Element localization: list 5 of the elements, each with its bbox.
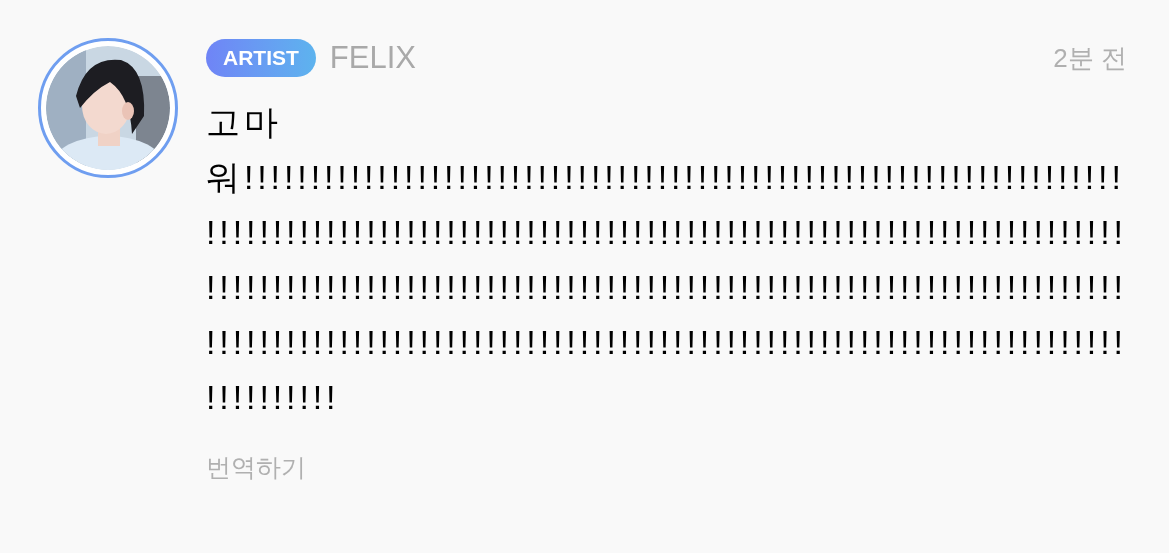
timestamp: 2분 전 [1053,41,1127,75]
author-name: FELIX [329,38,416,77]
artist-badge: ARTIST [206,39,316,77]
translate-link[interactable]: 번역하기 [206,453,306,481]
comment-text: 고마워!!!!!!!!!!!!!!!!!!!!!!!!!!!!!!!!!!!!!!!!!!!!!!!!!!!!!!!!!!!!!!!!!!!!!!!!!!!!!!!!!!!!!!!!!!!!!!!!!!!!!!!!!!!!!!!!!!!!!!!!!!!!!!!!!!!!!!!!!!!!!!!!!!!!!!!!!!!!!!!!!!!!!!!!!!!!!!!!!!!!!!!!!!!!!!!!!!!!!!!!!!!!!!!!!!!!!!!!!!!!!!!!!!!!!!!!!!!!!!!!!!!!!!!!!!!!!!!!!!!!!!!!!!!!!!!!!!!!!!!!!!! [206,102,1128,418]
